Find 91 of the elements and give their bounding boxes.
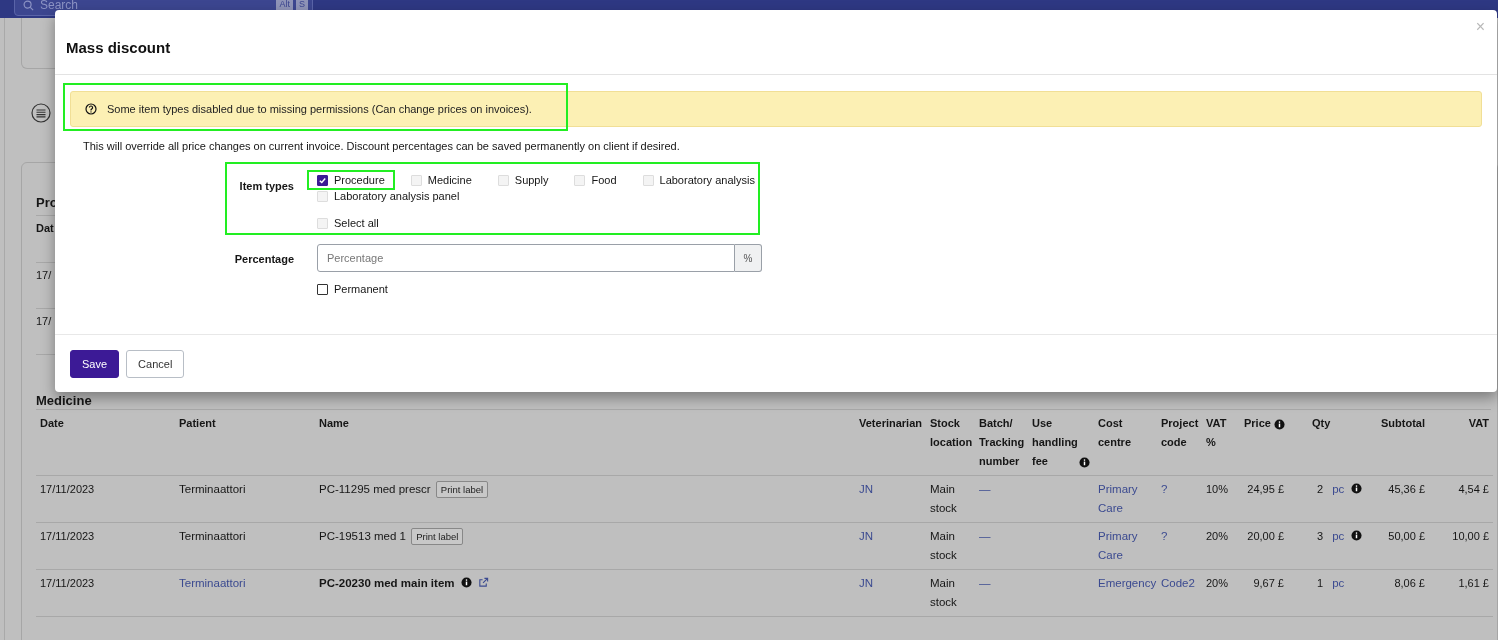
column-header: VAT %: [1206, 416, 1228, 450]
checkbox-label: Select all: [334, 217, 379, 229]
checkbox-label: Laboratory analysis panel: [334, 189, 460, 204]
checkbox-label: Laboratory analysis: [659, 173, 755, 188]
column-header: Cost centre: [1098, 416, 1133, 450]
column-header: Price: [1244, 416, 1271, 431]
info-icon: [460, 577, 472, 588]
description-text: This will override all price changes on current invoice. Discount percentages can be saved permanently on client if desired.: [83, 139, 681, 153]
list-icon[interactable]: [31, 103, 51, 123]
section-heading: Medicine: [36, 393, 1491, 410]
print-label-button[interactable]: Print label: [411, 528, 464, 545]
unit-link[interactable]: pc: [1332, 527, 1345, 546]
table-cell-text: 3: [1315, 529, 1323, 544]
table-cell: PC-19513 med 1: [319, 530, 406, 542]
table-cell: 17/: [36, 269, 52, 281]
column-header: VAT: [1468, 416, 1489, 431]
table-cell: 20%: [1206, 577, 1229, 589]
column-header: Stock location: [930, 416, 971, 450]
search-placeholder: Search: [40, 0, 80, 12]
table-cell: 24,95 £: [1247, 483, 1284, 495]
column-header: Date: [40, 416, 64, 431]
dialog-title: Mass discount: [66, 38, 171, 56]
external-link-icon[interactable]: [477, 577, 489, 588]
column-header: Subtotal: [1381, 416, 1425, 431]
percentage-input[interactable]: Percentage: [317, 244, 735, 272]
cancel-button[interactable]: Cancel: [126, 349, 185, 378]
veterinarian-link[interactable]: JN: [859, 527, 874, 546]
table-cell: Main stock: [930, 577, 957, 608]
batch-link[interactable]: —: [979, 480, 991, 499]
checkbox-label: Food: [591, 173, 617, 188]
cost-centre-link[interactable]: Primary Care: [1098, 527, 1153, 565]
save-button[interactable]: Save: [70, 349, 120, 378]
batch-link[interactable]: —: [979, 574, 991, 593]
table-cell: 10%: [1206, 483, 1229, 495]
field-label: Item types: [238, 179, 294, 194]
table-cell: Terminaattori: [179, 483, 246, 495]
veterinarian-link[interactable]: JN: [859, 574, 874, 593]
checkbox-label: Supply: [514, 173, 549, 188]
veterinarian-link[interactable]: JN: [859, 480, 874, 499]
question-icon: [85, 103, 97, 115]
table-cell: 17/11/2023: [40, 577, 95, 589]
table-cell: 9,67 £: [1253, 577, 1284, 589]
checkbox[interactable]: [317, 174, 328, 186]
table-cell: 20%: [1206, 530, 1229, 542]
table-cell: 17/11/2023: [40, 530, 95, 542]
table-cell: 17/11/2023: [40, 483, 95, 495]
table-cell: 1,61 £: [1458, 577, 1489, 589]
cost-centre-link[interactable]: Primary Care: [1098, 480, 1153, 518]
unit-link[interactable]: pc: [1332, 574, 1345, 593]
table-cell: 10,00 £: [1452, 530, 1489, 542]
print-label-button[interactable]: Print label: [435, 481, 489, 498]
column-header: Batch/ Tracking number: [979, 416, 1024, 469]
info-icon: [1079, 457, 1090, 468]
column-header: Project code: [1161, 416, 1198, 450]
table-cell: PC-20230 med main item: [319, 577, 455, 589]
column-header: Patient: [179, 416, 216, 431]
patient-link[interactable]: Terminaattori: [179, 574, 246, 593]
table-cell: 4,54 £: [1458, 483, 1489, 495]
info-icon: [1350, 530, 1362, 541]
table-cell: 20,00 £: [1247, 530, 1284, 542]
table-cell: 45,36 £: [1388, 483, 1425, 495]
batch-link[interactable]: —: [979, 527, 991, 546]
column-header: Veterinarian: [859, 416, 922, 431]
table-cell: Main stock: [930, 483, 957, 514]
checkbox[interactable]: [317, 283, 328, 295]
cost-centre-link[interactable]: Emergency: [1098, 574, 1157, 593]
percent-addon: %: [735, 244, 762, 272]
project-code-link[interactable]: ?: [1161, 527, 1168, 546]
table-cell: PC-11295 med prescr: [319, 483, 431, 495]
column-header: Name: [319, 416, 349, 431]
project-code-link[interactable]: ?: [1161, 480, 1168, 499]
alert-text: Some item types disabled due to missing permissions (Can change prices on invoices).: [107, 103, 532, 115]
table-cell: 8,06 £: [1394, 577, 1425, 589]
field-label: Percentage: [233, 252, 294, 267]
column-header: Qty: [1312, 416, 1331, 431]
info-icon: [1273, 419, 1285, 430]
table-cell: 17/: [36, 315, 52, 327]
info-icon: [1350, 483, 1362, 494]
unit-link[interactable]: pc: [1332, 480, 1345, 499]
column-header: Dat: [36, 222, 54, 234]
column-header: Use handling fee: [1032, 416, 1076, 469]
search-icon: [23, 0, 34, 11]
table-cell-text: 2: [1315, 482, 1323, 497]
table-cell: Terminaattori: [179, 530, 246, 542]
table-cell: Main stock: [930, 530, 957, 561]
table-cell-text: 1: [1315, 576, 1323, 591]
checkbox-label: Procedure: [334, 173, 385, 188]
project-code-link[interactable]: Code2: [1161, 574, 1195, 593]
table-cell: 50,00 £: [1388, 530, 1425, 542]
checkbox-label: Permanent: [334, 283, 388, 295]
checkbox-label: Medicine: [427, 173, 472, 188]
